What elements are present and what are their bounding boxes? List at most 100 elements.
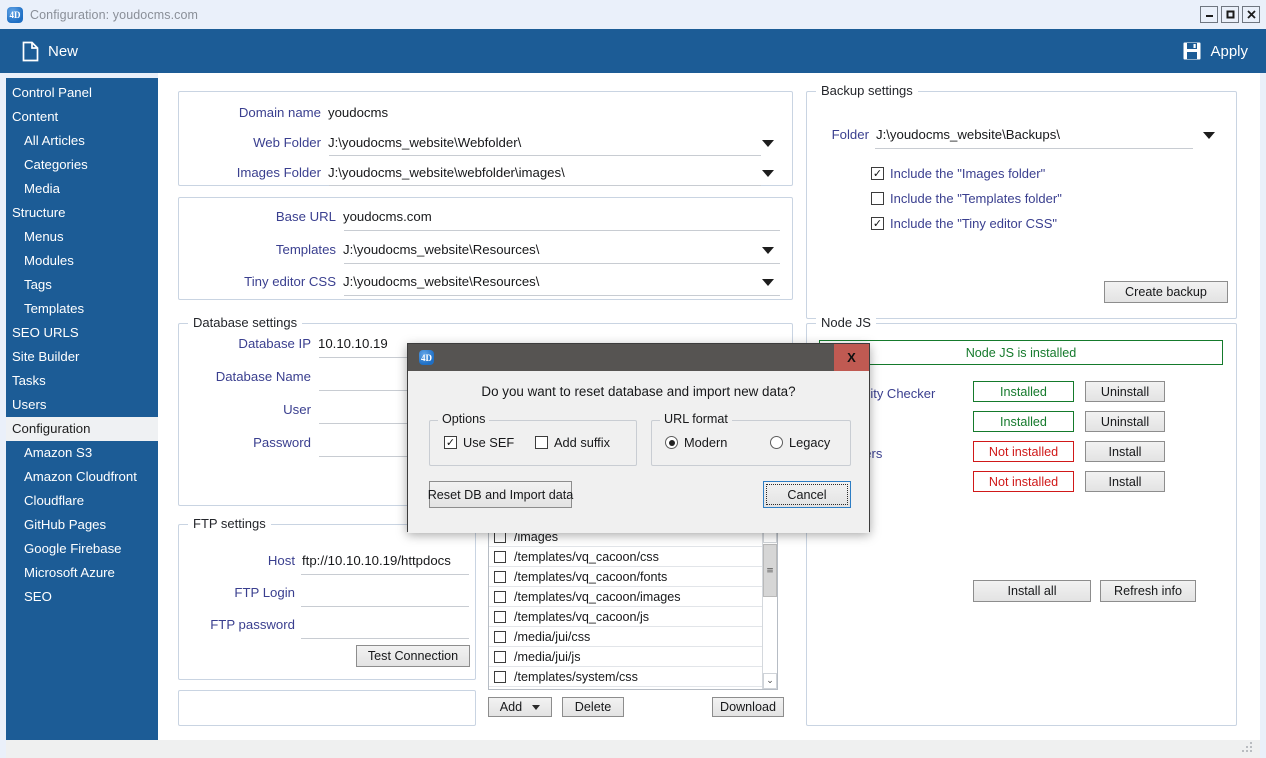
maximize-button[interactable]	[1221, 6, 1239, 23]
sidebar-item-amazon-cloudfront[interactable]: Amazon Cloudfront	[6, 465, 158, 489]
domain-name-value[interactable]: youdocms	[321, 105, 388, 122]
ftp-host-value[interactable]: ftp://10.10.10.19/httpdocs	[295, 553, 451, 570]
checkbox-box[interactable]	[494, 671, 506, 683]
scroll-thumb[interactable]: ≡	[763, 544, 777, 597]
database-name-value[interactable]	[311, 384, 318, 386]
base-url-underline	[344, 230, 780, 231]
tiny-editor-css-value[interactable]: J:\youdocms_website\Resources\	[336, 274, 539, 291]
file-list-scrollbar[interactable]: ⌃ ≡ ⌄	[762, 527, 777, 689]
sidebar-item-categories[interactable]: Categories	[6, 153, 158, 177]
sidebar-item-seo-urls[interactable]: SEO URLS	[6, 321, 158, 345]
nodejs-action-label: Install	[1109, 475, 1142, 489]
database-password-label: Password	[191, 435, 311, 452]
ftp-password-value[interactable]	[295, 632, 302, 634]
sidebar-item-site-builder[interactable]: Site Builder	[6, 345, 158, 369]
delete-button[interactable]: Delete	[562, 697, 624, 717]
sidebar-item-users[interactable]: Users	[6, 393, 158, 417]
apply-button[interactable]: Apply	[1183, 42, 1248, 60]
web-folder-value[interactable]: J:\youdocms_website\Webfolder\	[321, 135, 521, 152]
file-list-item[interactable]: /templates/vq_cacoon/fonts	[489, 567, 777, 587]
sidebar-item-structure[interactable]: Structure	[6, 201, 158, 225]
file-list-item[interactable]: /templates/vq_cacoon/css	[489, 547, 777, 567]
download-button[interactable]: Download	[712, 697, 784, 717]
create-backup-button[interactable]: Create backup	[1104, 281, 1228, 303]
resize-grip[interactable]	[1242, 742, 1255, 755]
nodejs-install-button[interactable]: Install	[1085, 471, 1165, 492]
dialog-url-format-group: URL format Modern Legacy	[651, 420, 851, 466]
backup-checkbox-2[interactable]: ✓Include the "Tiny editor CSS"	[871, 216, 1057, 231]
test-connection-button[interactable]: Test Connection	[356, 645, 470, 667]
file-paths-list[interactable]: /images/templates/vq_cacoon/css/template…	[488, 526, 778, 690]
sidebar-item-menus[interactable]: Menus	[6, 225, 158, 249]
dialog-cancel-button[interactable]: Cancel	[763, 481, 851, 508]
backup-checkbox-1[interactable]: Include the "Templates folder"	[871, 191, 1062, 206]
sidebar-item-tasks[interactable]: Tasks	[6, 369, 158, 393]
backup-folder-dropdown-icon[interactable]	[1203, 132, 1215, 139]
scroll-down-button[interactable]: ⌄	[763, 673, 777, 689]
url-format-legacy-radio[interactable]: Legacy	[770, 435, 830, 450]
templates-dropdown-icon[interactable]	[762, 247, 774, 254]
use-sef-checkbox[interactable]: ✓ Use SEF	[444, 435, 514, 450]
minimize-button[interactable]	[1200, 6, 1218, 23]
database-user-value[interactable]	[311, 417, 318, 419]
sidebar-item-modules[interactable]: Modules	[6, 249, 158, 273]
add-suffix-checkbox[interactable]: Add suffix	[535, 435, 610, 450]
url-settings-panel: Base URL youdocms.com Templates J:\youdo…	[178, 197, 793, 300]
sidebar-item-control-panel[interactable]: Control Panel	[6, 81, 158, 105]
site-settings-panel: Domain name youdocms Web Folder J:\youdo…	[178, 91, 793, 186]
install-all-button[interactable]: Install all	[973, 580, 1091, 602]
checkbox-box[interactable]	[494, 651, 506, 663]
base-url-value[interactable]: youdocms.com	[336, 209, 432, 226]
file-list-item[interactable]: /templates/vq_cacoon/images	[489, 587, 777, 607]
add-button[interactable]: Add	[488, 697, 552, 717]
sidebar-item-cloudflare[interactable]: Cloudflare	[6, 489, 158, 513]
refresh-info-button[interactable]: Refresh info	[1100, 580, 1196, 602]
ftp-login-value[interactable]	[295, 600, 302, 602]
sidebar-item-label: Tags	[24, 277, 52, 292]
checkbox-box[interactable]	[494, 551, 506, 563]
checkbox-box[interactable]	[494, 571, 506, 583]
sidebar-item-media[interactable]: Media	[6, 177, 158, 201]
sidebar-item-google-firebase[interactable]: Google Firebase	[6, 537, 158, 561]
sidebar-item-templates[interactable]: Templates	[6, 297, 158, 321]
images-folder-dropdown-icon[interactable]	[762, 170, 774, 177]
checkbox-box[interactable]	[494, 591, 506, 603]
tiny-editor-css-dropdown-icon[interactable]	[762, 279, 774, 286]
sidebar-item-content[interactable]: Content	[6, 105, 158, 129]
sidebar-item-configuration[interactable]: Configuration	[6, 417, 158, 441]
templates-value[interactable]: J:\youdocms_website\Resources\	[336, 242, 539, 259]
dialog-close-button[interactable]: X	[834, 344, 869, 371]
sidebar-item-all-articles[interactable]: All Articles	[6, 129, 158, 153]
dialog-titlebar: 4D X	[408, 344, 869, 371]
database-name-label: Database Name	[191, 369, 311, 386]
sidebar-item-amazon-s3[interactable]: Amazon S3	[6, 441, 158, 465]
checkbox-box[interactable]	[494, 631, 506, 643]
reset-db-import-button[interactable]: Reset DB and Import data	[429, 481, 572, 508]
images-folder-value[interactable]: J:\youdocms_website\webfolder\images\	[321, 165, 565, 182]
new-button[interactable]: New	[22, 41, 78, 62]
file-list-item[interactable]: /templates/vq_cacoon/js	[489, 607, 777, 627]
close-button[interactable]	[1242, 6, 1260, 23]
ftp-host-label: Host	[185, 553, 295, 570]
sidebar-item-seo[interactable]: SEO	[6, 585, 158, 609]
database-password-value[interactable]	[311, 450, 318, 452]
file-list-item[interactable]: /templates/system/css	[489, 667, 777, 687]
checkbox-box	[871, 192, 884, 205]
file-list-item[interactable]: /media/jui/css	[489, 627, 777, 647]
sidebar-item-github-pages[interactable]: GitHub Pages	[6, 513, 158, 537]
backup-folder-value[interactable]: J:\youdocms_website\Backups\	[869, 127, 1060, 144]
checkbox-box[interactable]	[494, 611, 506, 623]
sidebar-item-tags[interactable]: Tags	[6, 273, 158, 297]
sidebar-item-microsoft-azure[interactable]: Microsoft Azure	[6, 561, 158, 585]
checkbox-box	[535, 436, 548, 449]
file-list-item[interactable]: /media/jui/js	[489, 647, 777, 667]
nodejs-install-button[interactable]: Install	[1085, 441, 1165, 462]
backup-settings-panel: Backup settings Folder J:\youdocms_websi…	[806, 91, 1237, 319]
database-ip-value[interactable]: 10.10.10.19	[311, 336, 388, 353]
nodejs-uninstall-button[interactable]: Uninstall	[1085, 411, 1165, 432]
web-folder-dropdown-icon[interactable]	[762, 140, 774, 147]
file-list-item-label: /templates/vq_cacoon/images	[514, 590, 681, 604]
backup-checkbox-0[interactable]: ✓Include the "Images folder"	[871, 166, 1045, 181]
url-format-modern-radio[interactable]: Modern	[665, 435, 727, 450]
nodejs-uninstall-button[interactable]: Uninstall	[1085, 381, 1165, 402]
